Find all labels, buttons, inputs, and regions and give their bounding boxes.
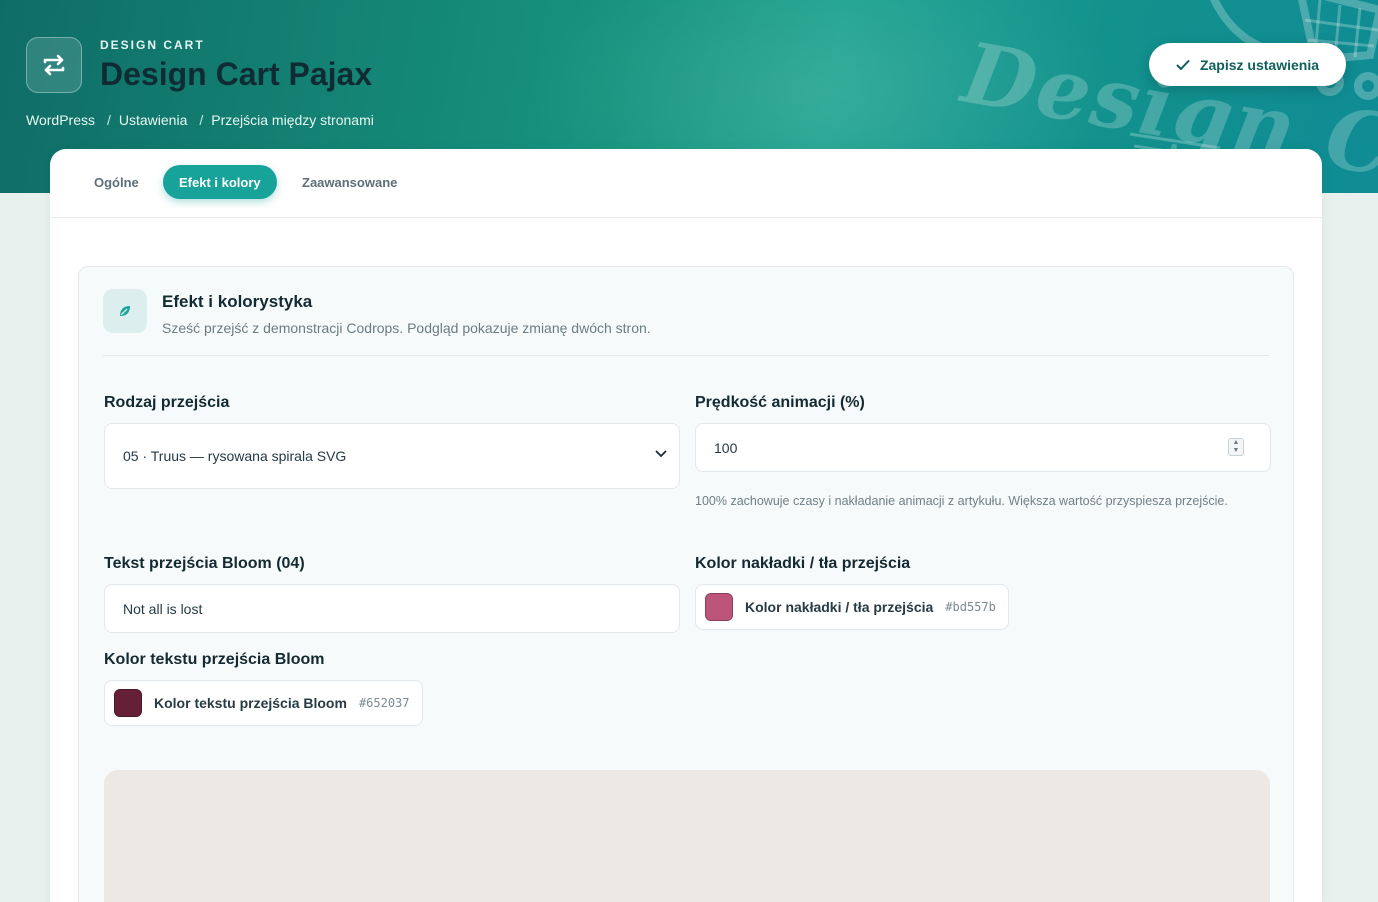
transition-preview <box>104 770 1270 902</box>
tab-general[interactable]: Ogólne <box>78 165 155 199</box>
bloom-text-color-picker[interactable]: Kolor tekstu przejścia Bloom #652037 <box>104 680 423 726</box>
speed-value: 100 <box>714 439 738 456</box>
breadcrumb: WordPress / Ustawienia / Przejścia międz… <box>26 112 374 128</box>
app-eyebrow: DESIGN CART <box>100 38 205 52</box>
speed-input[interactable]: 100 ▲ ▼ <box>695 423 1271 472</box>
overlay-color-swatch <box>705 593 733 621</box>
bloom-text-color-label: Kolor tekstu przejścia Bloom <box>104 651 325 668</box>
overlay-color-chip-label: Kolor nakładki / tła przejścia <box>745 599 934 615</box>
overlay-color-picker[interactable]: Kolor nakładki / tła przejścia #bd557b <box>695 584 1009 630</box>
transition-type-select[interactable]: 05 · Truus — rysowana spirala SVG <box>104 423 680 489</box>
bloom-text-color-swatch <box>114 689 142 717</box>
tab-advanced[interactable]: Zaawansowane <box>286 165 413 199</box>
page-title: Design Cart Pajax <box>100 56 373 92</box>
tab-bar: Ogólne Efekt i kolory Zaawansowane <box>50 149 1322 218</box>
app-logo <box>26 37 82 93</box>
breadcrumb-item-current: Przejścia między stronami <box>211 112 374 128</box>
card-subtitle: Sześć przejść z demonstracji Codrops. Po… <box>162 320 651 336</box>
swap-arrows-icon <box>43 54 65 76</box>
card-title: Efekt i kolorystyka <box>162 292 313 311</box>
save-settings-label: Zapisz ustawienia <box>1199 56 1320 73</box>
breadcrumb-item-settings[interactable]: Ustawienia <box>119 112 187 128</box>
leaf-icon <box>120 306 130 316</box>
spinner-down-icon: ▼ <box>1232 447 1240 454</box>
effect-card: Efekt i kolorystyka Sześć przejść z demo… <box>78 266 1294 902</box>
tab-effect-colors[interactable]: Efekt i kolory <box>163 165 277 199</box>
save-settings-button[interactable]: Zapisz ustawienia <box>1149 43 1346 86</box>
speed-hint: 100% zachowuje czasy i nakładanie animac… <box>695 494 1228 508</box>
bloom-text-value: Not all is lost <box>123 600 203 617</box>
transition-type-value: 05 · Truus — rysowana spirala SVG <box>123 448 347 464</box>
card-icon-box <box>103 289 147 333</box>
spinner-icon[interactable]: ▲ ▼ <box>1228 438 1244 456</box>
speed-label: Prędkość animacji (%) <box>695 394 865 411</box>
spinner-up-icon: ▲ <box>1232 439 1240 446</box>
overlay-color-label: Kolor nakładki / tła przejścia <box>695 555 911 572</box>
chevron-down-icon <box>655 450 667 458</box>
breadcrumb-separator: / <box>199 112 204 128</box>
card-divider <box>103 355 1269 356</box>
bloom-text-color-hex: #652037 <box>358 696 410 710</box>
check-icon <box>1176 59 1190 70</box>
overlay-color-hex: #bd557b <box>945 600 996 614</box>
breadcrumb-separator: / <box>106 112 111 128</box>
settings-panel: Ogólne Efekt i kolory Zaawansowane Efekt… <box>50 149 1322 902</box>
bloom-text-color-chip-label: Kolor tekstu przejścia Bloom <box>154 695 347 711</box>
bloom-text-input[interactable]: Not all is lost <box>104 584 680 633</box>
bloom-text-label: Tekst przejścia Bloom (04) <box>104 555 305 572</box>
transition-type-label: Rodzaj przejścia <box>104 394 230 411</box>
breadcrumb-item-wordpress[interactable]: WordPress <box>26 112 95 128</box>
